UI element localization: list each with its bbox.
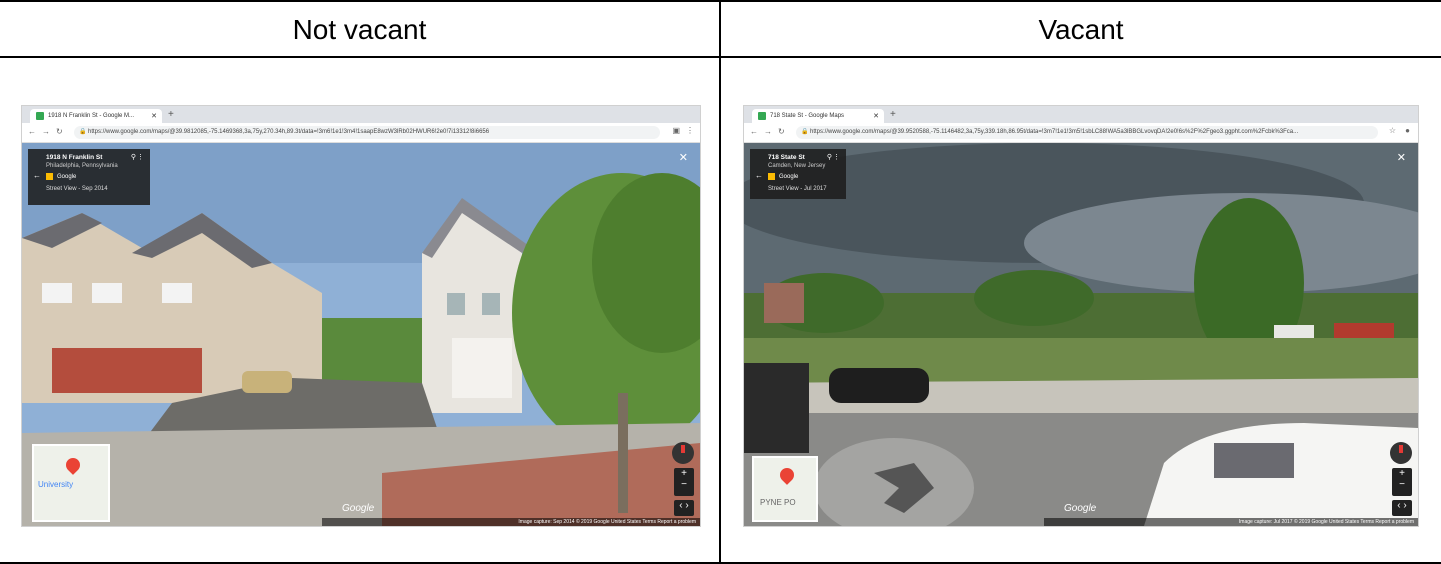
back-icon[interactable]: ←: [750, 127, 758, 136]
extension-icon[interactable]: ▣: [672, 126, 680, 135]
reload-icon[interactable]: ↻: [778, 127, 785, 136]
address-bar-row: ← → ↻ 🔒 https://www.google.com/maps/@39.…: [744, 123, 1418, 143]
column-divider: [719, 0, 721, 562]
forward-icon[interactable]: →: [764, 127, 772, 136]
card-brand: Google: [57, 173, 77, 180]
maps-favicon-icon: [758, 112, 766, 120]
street-view-image: [744, 143, 1418, 526]
menu-icon[interactable]: ⋮: [686, 126, 694, 135]
google-watermark: Google: [342, 503, 375, 514]
zoom-control[interactable]: + −: [674, 468, 694, 496]
address-bar-row: ← → ↻ 🔒 https://www.google.com/maps/@39.…: [22, 123, 700, 143]
pin-icon[interactable]: ⚲: [827, 153, 832, 161]
minimap-label: PYNE PO: [760, 498, 796, 507]
header-not-vacant: Not vacant: [292, 13, 427, 45]
profile-icon[interactable]: ●: [1405, 126, 1410, 135]
more-icon[interactable]: ⋮: [833, 153, 840, 161]
browser-tab-bar: 1918 N Franklin St - Google M... ✕ +: [22, 106, 700, 123]
new-tab-icon[interactable]: +: [890, 109, 896, 120]
minimap-label: University: [38, 480, 74, 489]
back-arrow-icon[interactable]: ←: [33, 171, 41, 180]
url-field[interactable]: 🔒 https://www.google.com/maps/@39.981208…: [74, 126, 660, 139]
image-footer: Image capture: Sep 2014 © 2019 Google Un…: [322, 518, 700, 526]
screenshot-not-vacant: 1918 N Franklin St - Google M... ✕ + ← →…: [22, 106, 700, 526]
close-street-view-icon[interactable]: ✕: [1397, 151, 1406, 164]
card-brand-row: Google: [768, 173, 840, 180]
maps-favicon-icon: [36, 112, 44, 120]
compass-icon[interactable]: [672, 442, 694, 464]
lock-icon: 🔒: [801, 129, 809, 135]
forward-icon[interactable]: →: [42, 127, 50, 136]
url-field[interactable]: 🔒 https://www.google.com/maps/@39.952058…: [796, 126, 1378, 139]
compass-icon[interactable]: [1390, 442, 1412, 464]
back-arrow-icon[interactable]: ←: [755, 171, 763, 180]
pan-control[interactable]: ‹ ›: [674, 500, 694, 516]
minimap[interactable]: PYNE PO: [752, 456, 818, 522]
comparison-table: Not vacant Vacant 1918 N Franklin St - G…: [0, 0, 1441, 564]
map-pin-icon: [777, 465, 797, 485]
card-brand-row: Google: [46, 173, 144, 180]
minimap[interactable]: University: [32, 444, 110, 522]
google-logo-icon: [768, 173, 775, 180]
lock-icon: 🔒: [79, 129, 87, 135]
browser-tab-bar: 718 State St - Google Maps ✕ +: [744, 106, 1418, 123]
url-text: https://www.google.com/maps/@39.9520588,…: [810, 129, 1299, 135]
back-icon[interactable]: ←: [28, 127, 36, 136]
google-watermark: Google: [1064, 503, 1097, 514]
bookmark-star-icon[interactable]: ☆: [1389, 126, 1396, 135]
pin-icon[interactable]: ⚲: [131, 153, 136, 161]
browser-tab[interactable]: 1918 N Franklin St - Google M... ✕: [30, 109, 162, 123]
card-title: 1918 N Franklin St: [46, 154, 103, 161]
map-pin-icon: [63, 455, 83, 475]
street-view-scene[interactable]: ← 718 State St Camden, New Jersey Google…: [744, 143, 1418, 526]
header-vacant: Vacant: [1038, 13, 1124, 45]
image-footer: Image capture: Jul 2017 © 2019 Google Un…: [1044, 518, 1418, 526]
location-info-card[interactable]: ← 1918 N Franklin St Philadelphia, Penns…: [28, 149, 150, 205]
location-info-card[interactable]: ← 718 State St Camden, New Jersey Google…: [750, 149, 846, 199]
browser-tab[interactable]: 718 State St - Google Maps ✕: [752, 109, 884, 123]
pan-control[interactable]: ‹ ›: [1392, 500, 1412, 516]
tab-title: 1918 N Franklin St - Google M...: [48, 113, 135, 119]
card-brand: Google: [779, 173, 799, 180]
card-subtitle: Camden, New Jersey: [768, 163, 826, 169]
screenshot-vacant: 718 State St - Google Maps ✕ + ← → ↻ 🔒 h…: [744, 106, 1418, 526]
url-text: https://www.google.com/maps/@39.9812085,…: [88, 129, 490, 135]
card-date[interactable]: Street View - Jul 2017: [768, 186, 840, 192]
google-logo-icon: [46, 173, 53, 180]
zoom-control[interactable]: + −: [1392, 468, 1412, 496]
new-tab-icon[interactable]: +: [168, 109, 174, 120]
close-street-view-icon[interactable]: ✕: [679, 151, 688, 164]
tab-close-icon[interactable]: ✕: [151, 112, 157, 120]
more-icon[interactable]: ⋮: [137, 153, 144, 161]
tab-title: 718 State St - Google Maps: [770, 113, 845, 119]
street-view-scene[interactable]: ← 1918 N Franklin St Philadelphia, Penns…: [22, 143, 700, 526]
tab-close-icon[interactable]: ✕: [873, 112, 879, 120]
card-subtitle: Philadelphia, Pennsylvania: [46, 163, 118, 169]
card-date[interactable]: Street View - Sep 2014: [46, 186, 144, 192]
reload-icon[interactable]: ↻: [56, 127, 63, 136]
